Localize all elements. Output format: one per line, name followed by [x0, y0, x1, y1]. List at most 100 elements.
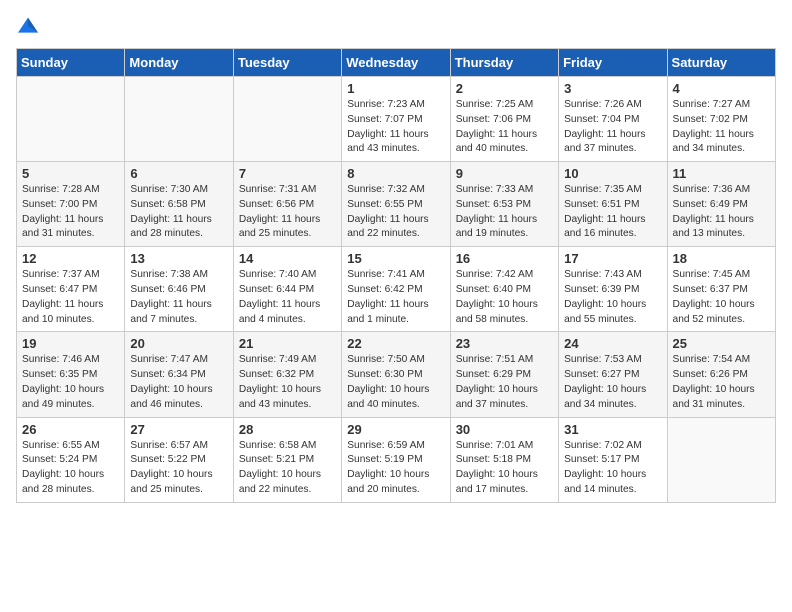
calendar-week-row: 26 Sunrise: 6:55 AM Sunset: 5:24 PM Dayli…	[17, 417, 776, 502]
calendar-week-row: 1 Sunrise: 7:23 AM Sunset: 7:07 PM Daylig…	[17, 77, 776, 162]
calendar-day-cell: 20 Sunrise: 7:47 AM Sunset: 6:34 PM Dayli…	[125, 332, 233, 417]
calendar-table: SundayMondayTuesdayWednesdayThursdayFrid…	[16, 48, 776, 503]
day-number: 29	[347, 422, 444, 437]
day-number: 2	[456, 81, 553, 96]
day-number: 17	[564, 251, 661, 266]
calendar-day-cell: 12 Sunrise: 7:37 AM Sunset: 6:47 PM Dayli…	[17, 247, 125, 332]
calendar-day-cell: 8 Sunrise: 7:32 AM Sunset: 6:55 PM Daylig…	[342, 162, 450, 247]
calendar-day-cell: 2 Sunrise: 7:25 AM Sunset: 7:06 PM Daylig…	[450, 77, 558, 162]
calendar-day-cell: 26 Sunrise: 6:55 AM Sunset: 5:24 PM Dayli…	[17, 417, 125, 502]
day-number: 13	[130, 251, 227, 266]
day-number: 12	[22, 251, 119, 266]
day-number: 7	[239, 166, 336, 181]
calendar-day-cell: 25 Sunrise: 7:54 AM Sunset: 6:26 PM Dayli…	[667, 332, 775, 417]
calendar-day-cell: 3 Sunrise: 7:26 AM Sunset: 7:04 PM Daylig…	[559, 77, 667, 162]
day-number: 16	[456, 251, 553, 266]
day-info: Sunrise: 7:27 AM Sunset: 7:02 PM Dayligh…	[673, 98, 770, 157]
calendar-week-row: 19Sunrise: 7:46 AM Sunset: 6:35 PM Dayli…	[17, 332, 776, 417]
calendar-day-cell: 5Sunrise: 7:28 AM Sunset: 7:00 PM Daylig…	[17, 162, 125, 247]
logo-icon	[16, 16, 40, 36]
day-number: 25	[673, 336, 770, 351]
day-number: 5	[22, 166, 119, 181]
day-info: Sunrise: 7:54 AM Sunset: 6:26 PM Dayligh…	[673, 353, 770, 412]
day-number: 11	[673, 166, 770, 181]
day-number: 18	[673, 251, 770, 266]
day-of-week-header: Monday	[125, 49, 233, 77]
day-number: 4	[673, 81, 770, 96]
calendar-day-cell	[17, 77, 125, 162]
day-info: Sunrise: 7:42 AM Sunset: 6:40 PM Dayligh…	[456, 268, 553, 327]
calendar-day-cell: 27Sunrise: 6:57 AM Sunset: 5:22 PM Dayli…	[125, 417, 233, 502]
day-info: Sunrise: 7:02 AM Sunset: 5:17 PM Dayligh…	[564, 439, 661, 498]
day-info: Sunrise: 7:36 AM Sunset: 6:49 PM Dayligh…	[673, 183, 770, 242]
day-info: Sunrise: 6:55 AM Sunset: 5:24 PM Dayligh…	[22, 439, 119, 498]
day-info: Sunrise: 7:30 AM Sunset: 6:58 PM Dayligh…	[130, 183, 227, 242]
calendar-day-cell: 21 Sunrise: 7:49 AM Sunset: 6:32 PM Dayli…	[233, 332, 341, 417]
calendar-day-cell: 13 Sunrise: 7:38 AM Sunset: 6:46 PM Dayli…	[125, 247, 233, 332]
day-number: 24	[564, 336, 661, 351]
calendar-week-row: 5Sunrise: 7:28 AM Sunset: 7:00 PM Daylig…	[17, 162, 776, 247]
calendar-day-cell: 31 Sunrise: 7:02 AM Sunset: 5:17 PM Dayli…	[559, 417, 667, 502]
calendar-day-cell: 7Sunrise: 7:31 AM Sunset: 6:56 PM Daylig…	[233, 162, 341, 247]
day-info: Sunrise: 7:35 AM Sunset: 6:51 PM Dayligh…	[564, 183, 661, 242]
calendar-day-cell: 4 Sunrise: 7:27 AM Sunset: 7:02 PM Daylig…	[667, 77, 775, 162]
day-info: Sunrise: 7:50 AM Sunset: 6:30 PM Dayligh…	[347, 353, 444, 412]
calendar-header-row: SundayMondayTuesdayWednesdayThursdayFrid…	[17, 49, 776, 77]
calendar-day-cell	[667, 417, 775, 502]
day-info: Sunrise: 7:41 AM Sunset: 6:42 PM Dayligh…	[347, 268, 444, 327]
day-number: 9	[456, 166, 553, 181]
day-number: 6	[130, 166, 227, 181]
day-info: Sunrise: 7:51 AM Sunset: 6:29 PM Dayligh…	[456, 353, 553, 412]
day-of-week-header: Wednesday	[342, 49, 450, 77]
calendar-day-cell: 15 Sunrise: 7:41 AM Sunset: 6:42 PM Dayli…	[342, 247, 450, 332]
calendar-day-cell: 16 Sunrise: 7:42 AM Sunset: 6:40 PM Dayli…	[450, 247, 558, 332]
calendar-day-cell: 30 Sunrise: 7:01 AM Sunset: 5:18 PM Dayli…	[450, 417, 558, 502]
day-info: Sunrise: 7:53 AM Sunset: 6:27 PM Dayligh…	[564, 353, 661, 412]
day-info: Sunrise: 7:37 AM Sunset: 6:47 PM Dayligh…	[22, 268, 119, 327]
day-of-week-header: Saturday	[667, 49, 775, 77]
logo	[16, 16, 44, 36]
calendar-day-cell: 19Sunrise: 7:46 AM Sunset: 6:35 PM Dayli…	[17, 332, 125, 417]
day-info: Sunrise: 7:43 AM Sunset: 6:39 PM Dayligh…	[564, 268, 661, 327]
day-info: Sunrise: 7:25 AM Sunset: 7:06 PM Dayligh…	[456, 98, 553, 157]
day-info: Sunrise: 7:49 AM Sunset: 6:32 PM Dayligh…	[239, 353, 336, 412]
calendar-week-row: 12 Sunrise: 7:37 AM Sunset: 6:47 PM Dayli…	[17, 247, 776, 332]
calendar-day-cell: 10 Sunrise: 7:35 AM Sunset: 6:51 PM Dayli…	[559, 162, 667, 247]
day-of-week-header: Friday	[559, 49, 667, 77]
day-number: 26	[22, 422, 119, 437]
calendar-day-cell: 28Sunrise: 6:58 AM Sunset: 5:21 PM Dayli…	[233, 417, 341, 502]
day-info: Sunrise: 7:47 AM Sunset: 6:34 PM Dayligh…	[130, 353, 227, 412]
day-of-week-header: Thursday	[450, 49, 558, 77]
day-info: Sunrise: 7:01 AM Sunset: 5:18 PM Dayligh…	[456, 439, 553, 498]
day-number: 15	[347, 251, 444, 266]
day-of-week-header: Tuesday	[233, 49, 341, 77]
calendar-day-cell: 22 Sunrise: 7:50 AM Sunset: 6:30 PM Dayli…	[342, 332, 450, 417]
calendar-day-cell: 17 Sunrise: 7:43 AM Sunset: 6:39 PM Dayli…	[559, 247, 667, 332]
day-number: 23	[456, 336, 553, 351]
day-info: Sunrise: 7:33 AM Sunset: 6:53 PM Dayligh…	[456, 183, 553, 242]
calendar-day-cell: 14 Sunrise: 7:40 AM Sunset: 6:44 PM Dayli…	[233, 247, 341, 332]
calendar-day-cell	[233, 77, 341, 162]
calendar-day-cell: 9 Sunrise: 7:33 AM Sunset: 6:53 PM Daylig…	[450, 162, 558, 247]
day-info: Sunrise: 7:45 AM Sunset: 6:37 PM Dayligh…	[673, 268, 770, 327]
day-number: 1	[347, 81, 444, 96]
day-info: Sunrise: 7:26 AM Sunset: 7:04 PM Dayligh…	[564, 98, 661, 157]
day-number: 21	[239, 336, 336, 351]
day-number: 14	[239, 251, 336, 266]
page-header	[16, 16, 776, 36]
calendar-day-cell: 23 Sunrise: 7:51 AM Sunset: 6:29 PM Dayli…	[450, 332, 558, 417]
day-number: 22	[347, 336, 444, 351]
day-info: Sunrise: 7:23 AM Sunset: 7:07 PM Dayligh…	[347, 98, 444, 157]
day-number: 8	[347, 166, 444, 181]
day-number: 3	[564, 81, 661, 96]
day-info: Sunrise: 6:59 AM Sunset: 5:19 PM Dayligh…	[347, 439, 444, 498]
day-info: Sunrise: 7:40 AM Sunset: 6:44 PM Dayligh…	[239, 268, 336, 327]
day-number: 30	[456, 422, 553, 437]
day-info: Sunrise: 7:38 AM Sunset: 6:46 PM Dayligh…	[130, 268, 227, 327]
calendar-day-cell: 6 Sunrise: 7:30 AM Sunset: 6:58 PM Daylig…	[125, 162, 233, 247]
day-number: 19	[22, 336, 119, 351]
day-number: 31	[564, 422, 661, 437]
day-info: Sunrise: 7:32 AM Sunset: 6:55 PM Dayligh…	[347, 183, 444, 242]
day-number: 20	[130, 336, 227, 351]
day-number: 10	[564, 166, 661, 181]
